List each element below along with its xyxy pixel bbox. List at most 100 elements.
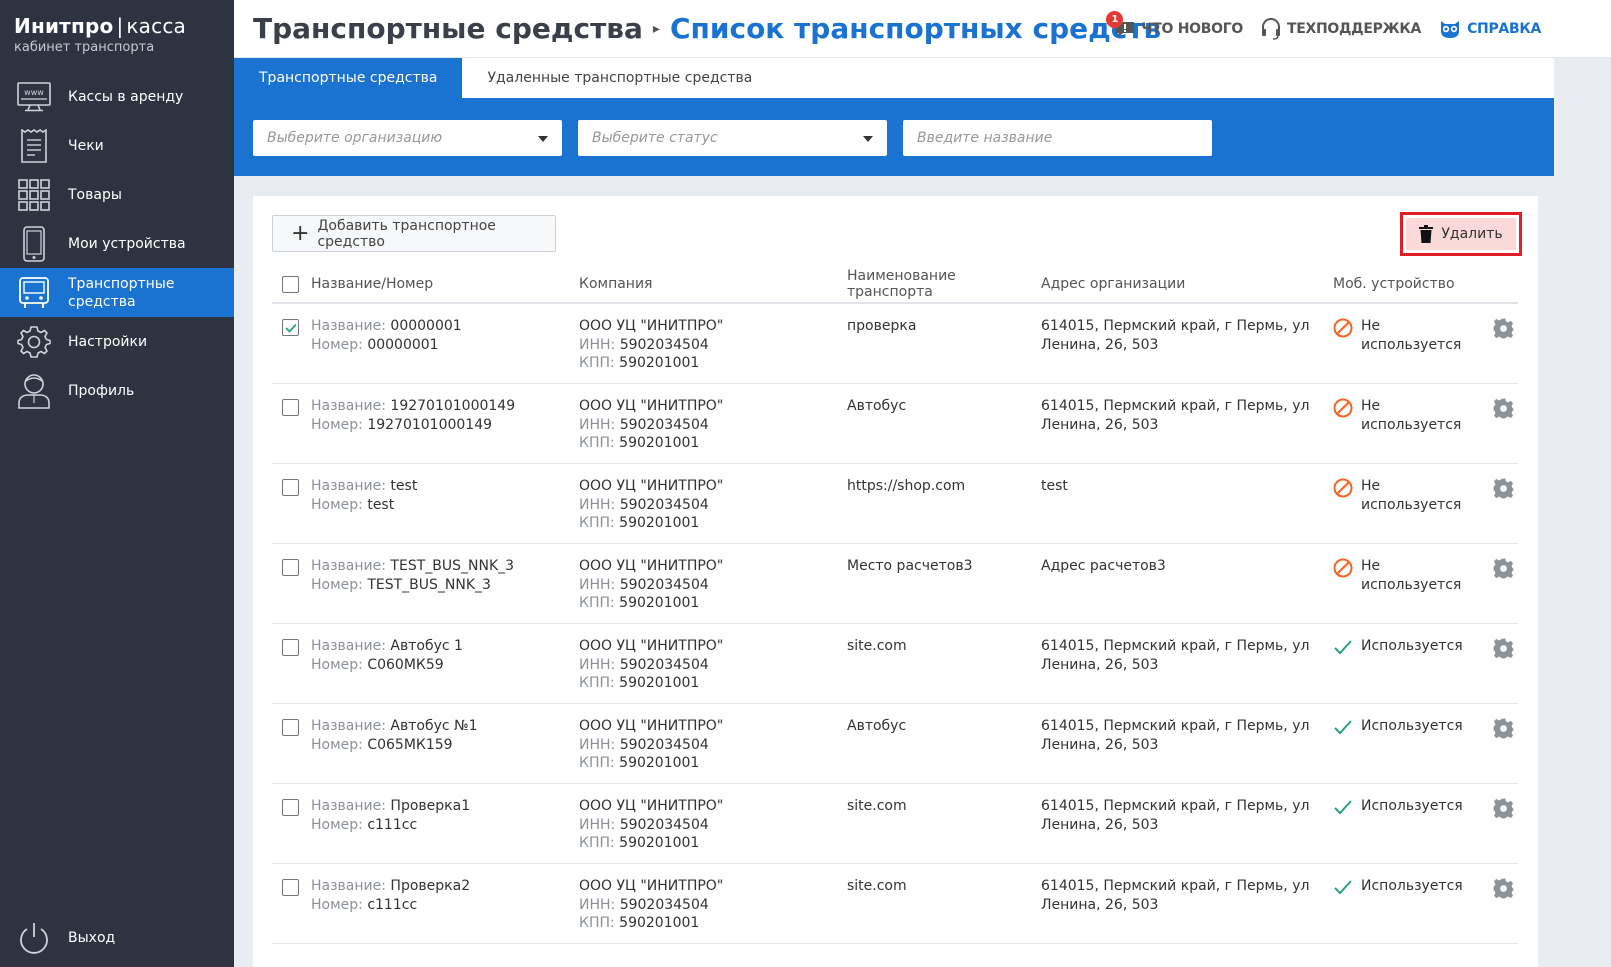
row-checkbox[interactable]	[282, 479, 299, 496]
delete-label: Удалить	[1441, 226, 1503, 242]
device-status: Используется	[1333, 797, 1483, 822]
device-status: Используется	[1333, 717, 1483, 742]
device-status: Не используется	[1333, 557, 1483, 594]
header: Транспортные средства ▸ Список транспорт…	[234, 0, 1611, 58]
column-header-name[interactable]: Название/Номер	[311, 276, 579, 292]
address-cell: Адрес расчетов3	[1041, 544, 1333, 623]
row-settings-gear-icon[interactable]	[1493, 478, 1514, 499]
sidebar-item-vehicles[interactable]: Транспортные средства	[0, 268, 234, 317]
table-row[interactable]: Название: Автобус №1 Номер: С065МК159 ОО…	[272, 704, 1518, 784]
vehicle-name: TEST_BUS_NNK_3	[390, 558, 515, 574]
name-prefix: Название:	[311, 638, 391, 654]
row-settings-gear-icon[interactable]	[1493, 318, 1514, 339]
column-header-company[interactable]: Компания	[579, 276, 847, 292]
row-settings-gear-icon[interactable]	[1493, 718, 1514, 739]
select-all-checkbox[interactable]	[282, 275, 299, 293]
row-checkbox[interactable]	[282, 879, 299, 896]
number-prefix: Номер:	[311, 576, 368, 593]
row-settings-gear-icon[interactable]	[1493, 638, 1514, 659]
row-checkbox[interactable]	[282, 559, 299, 576]
table-header: Название/Номер Компания Наименование тра…	[272, 266, 1518, 304]
table-row[interactable]: Название: Проверка2 Номер: с111сс ООО УЦ…	[272, 864, 1518, 944]
logout-label: Выход	[68, 930, 116, 946]
row-settings-gear-icon[interactable]	[1493, 398, 1514, 419]
row-settings-gear-icon[interactable]	[1493, 558, 1514, 579]
company-cell: ООО УЦ "ИНИТПРО" ИНН: 5902034504 КПП: 59…	[579, 704, 847, 783]
inn-prefix: ИНН:	[579, 416, 620, 433]
sidebar-item-settings[interactable]: Настройки	[0, 317, 234, 366]
row-select-cell	[272, 704, 311, 783]
org-address: 614015, Пермский край, г Пермь, ул Ленин…	[1041, 718, 1310, 753]
row-checkbox[interactable]	[282, 799, 299, 816]
vehicle-name: Автобус 1	[390, 638, 463, 654]
row-select-cell	[272, 864, 311, 943]
row-checkbox[interactable]	[282, 319, 299, 336]
brand-subtitle: кабинет транспорта	[14, 40, 155, 55]
row-select-cell	[272, 384, 311, 463]
device-status: Используется	[1333, 637, 1483, 662]
sidebar-nav: www Кассы в аренду Чеки Товары Мои устро…	[0, 72, 234, 415]
add-vehicle-button[interactable]: + Добавить транспортное средство	[272, 215, 556, 252]
row-settings-gear-icon[interactable]	[1493, 878, 1514, 899]
vehicle-number: С060МК59	[367, 656, 444, 673]
support-link[interactable]: Техподдержка	[1261, 18, 1421, 40]
page-title: Список транспортных средств	[669, 12, 1162, 45]
company-inn: 5902034504	[619, 816, 709, 833]
column-header-vehicle[interactable]: Наименование транспорта	[847, 268, 1041, 300]
sidebar-item-my-devices[interactable]: Мои устройства	[0, 219, 234, 268]
row-checkbox[interactable]	[282, 399, 299, 416]
org-address: 614015, Пермский край, г Пермь, ул Ленин…	[1041, 318, 1310, 353]
table-row[interactable]: Название: Автобус 1 Номер: С060МК59 ООО …	[272, 624, 1518, 704]
vehicle-number: с111сс	[367, 896, 418, 913]
address-cell: 614015, Пермский край, г Пермь, ул Ленин…	[1041, 784, 1333, 863]
row-settings-gear-icon[interactable]	[1493, 798, 1514, 819]
organization-select[interactable]: Выберите организацию	[253, 120, 562, 156]
tab-vehicles[interactable]: Транспортные средства	[234, 58, 463, 98]
header-links: 1 Что нового Техподдержка Справка	[1106, 11, 1541, 40]
row-checkbox[interactable]	[282, 639, 299, 656]
not-used-forbidden-icon	[1333, 398, 1353, 424]
filters: Выберите организацию Выберите статус	[253, 120, 1212, 156]
column-header-mobile-device[interactable]: Моб. устройство	[1333, 276, 1483, 292]
table-row[interactable]: Название: TEST_BUS_NNK_3 Номер: TEST_BUS…	[272, 544, 1518, 624]
number-prefix: Номер:	[311, 416, 368, 433]
column-header-address[interactable]: Адрес организации	[1041, 276, 1333, 292]
whats-new-link[interactable]: 1 Что нового	[1106, 11, 1243, 39]
kpp-prefix: КПП:	[579, 915, 620, 931]
tab-deleted-vehicles[interactable]: Удаленные транспортные средства	[462, 58, 777, 98]
sidebar: Инитпро | касса кабинет транспорта www Кас…	[0, 0, 234, 967]
name-number-cell: Название: TEST_BUS_NNK_3 Номер: TEST_BUS…	[311, 544, 579, 623]
company-name: ООО УЦ "ИНИТПРО"	[579, 318, 724, 334]
logout-button[interactable]: Выход	[0, 917, 234, 959]
number-prefix: Номер:	[311, 896, 368, 913]
row-checkbox[interactable]	[282, 719, 299, 736]
table-row[interactable]: Название: 19270101000149 Номер: 19270101…	[272, 384, 1518, 464]
table-row[interactable]: Название: Проверка1 Номер: с111сс ООО УЦ…	[272, 784, 1518, 864]
sidebar-item-profile[interactable]: Профиль	[0, 366, 234, 415]
whats-new-label: Что нового	[1141, 21, 1243, 37]
row-select-cell	[272, 304, 311, 383]
support-label: Техподдержка	[1286, 21, 1422, 37]
www-monitor-icon: www	[16, 79, 52, 115]
help-link[interactable]: Справка	[1439, 19, 1541, 39]
vehicle-name: Проверка1	[390, 798, 471, 814]
status-select[interactable]: Выберите статус	[578, 120, 887, 156]
table-row[interactable]: Название: 00000001 Номер: 00000001 ООО У…	[272, 304, 1518, 384]
table-row[interactable]: Название: test Номер: test ООО УЦ "ИНИТП…	[272, 464, 1518, 544]
breadcrumb-root[interactable]: Транспортные средства	[253, 12, 643, 45]
sidebar-item-receipts[interactable]: Чеки	[0, 121, 234, 170]
sidebar-item-rental-registers[interactable]: www Кассы в аренду	[0, 72, 234, 121]
breadcrumb: Транспортные средства ▸ Список транспорт…	[253, 12, 1161, 45]
vehicle-type-cell: Автобус	[847, 704, 1041, 783]
number-prefix: Номер:	[311, 336, 368, 353]
actions-cell	[1483, 704, 1518, 783]
name-prefix: Название:	[311, 398, 391, 414]
delete-button[interactable]: Удалить	[1406, 218, 1516, 250]
company-inn: 5902034504	[619, 336, 709, 353]
headset-icon	[1261, 18, 1281, 40]
company-cell: ООО УЦ "ИНИТПРО" ИНН: 5902034504 КПП: 59…	[579, 784, 847, 863]
inn-prefix: ИНН:	[579, 736, 620, 753]
sidebar-item-goods[interactable]: Товары	[0, 170, 234, 219]
name-search-input[interactable]	[917, 130, 1198, 146]
row-select-cell	[272, 784, 311, 863]
